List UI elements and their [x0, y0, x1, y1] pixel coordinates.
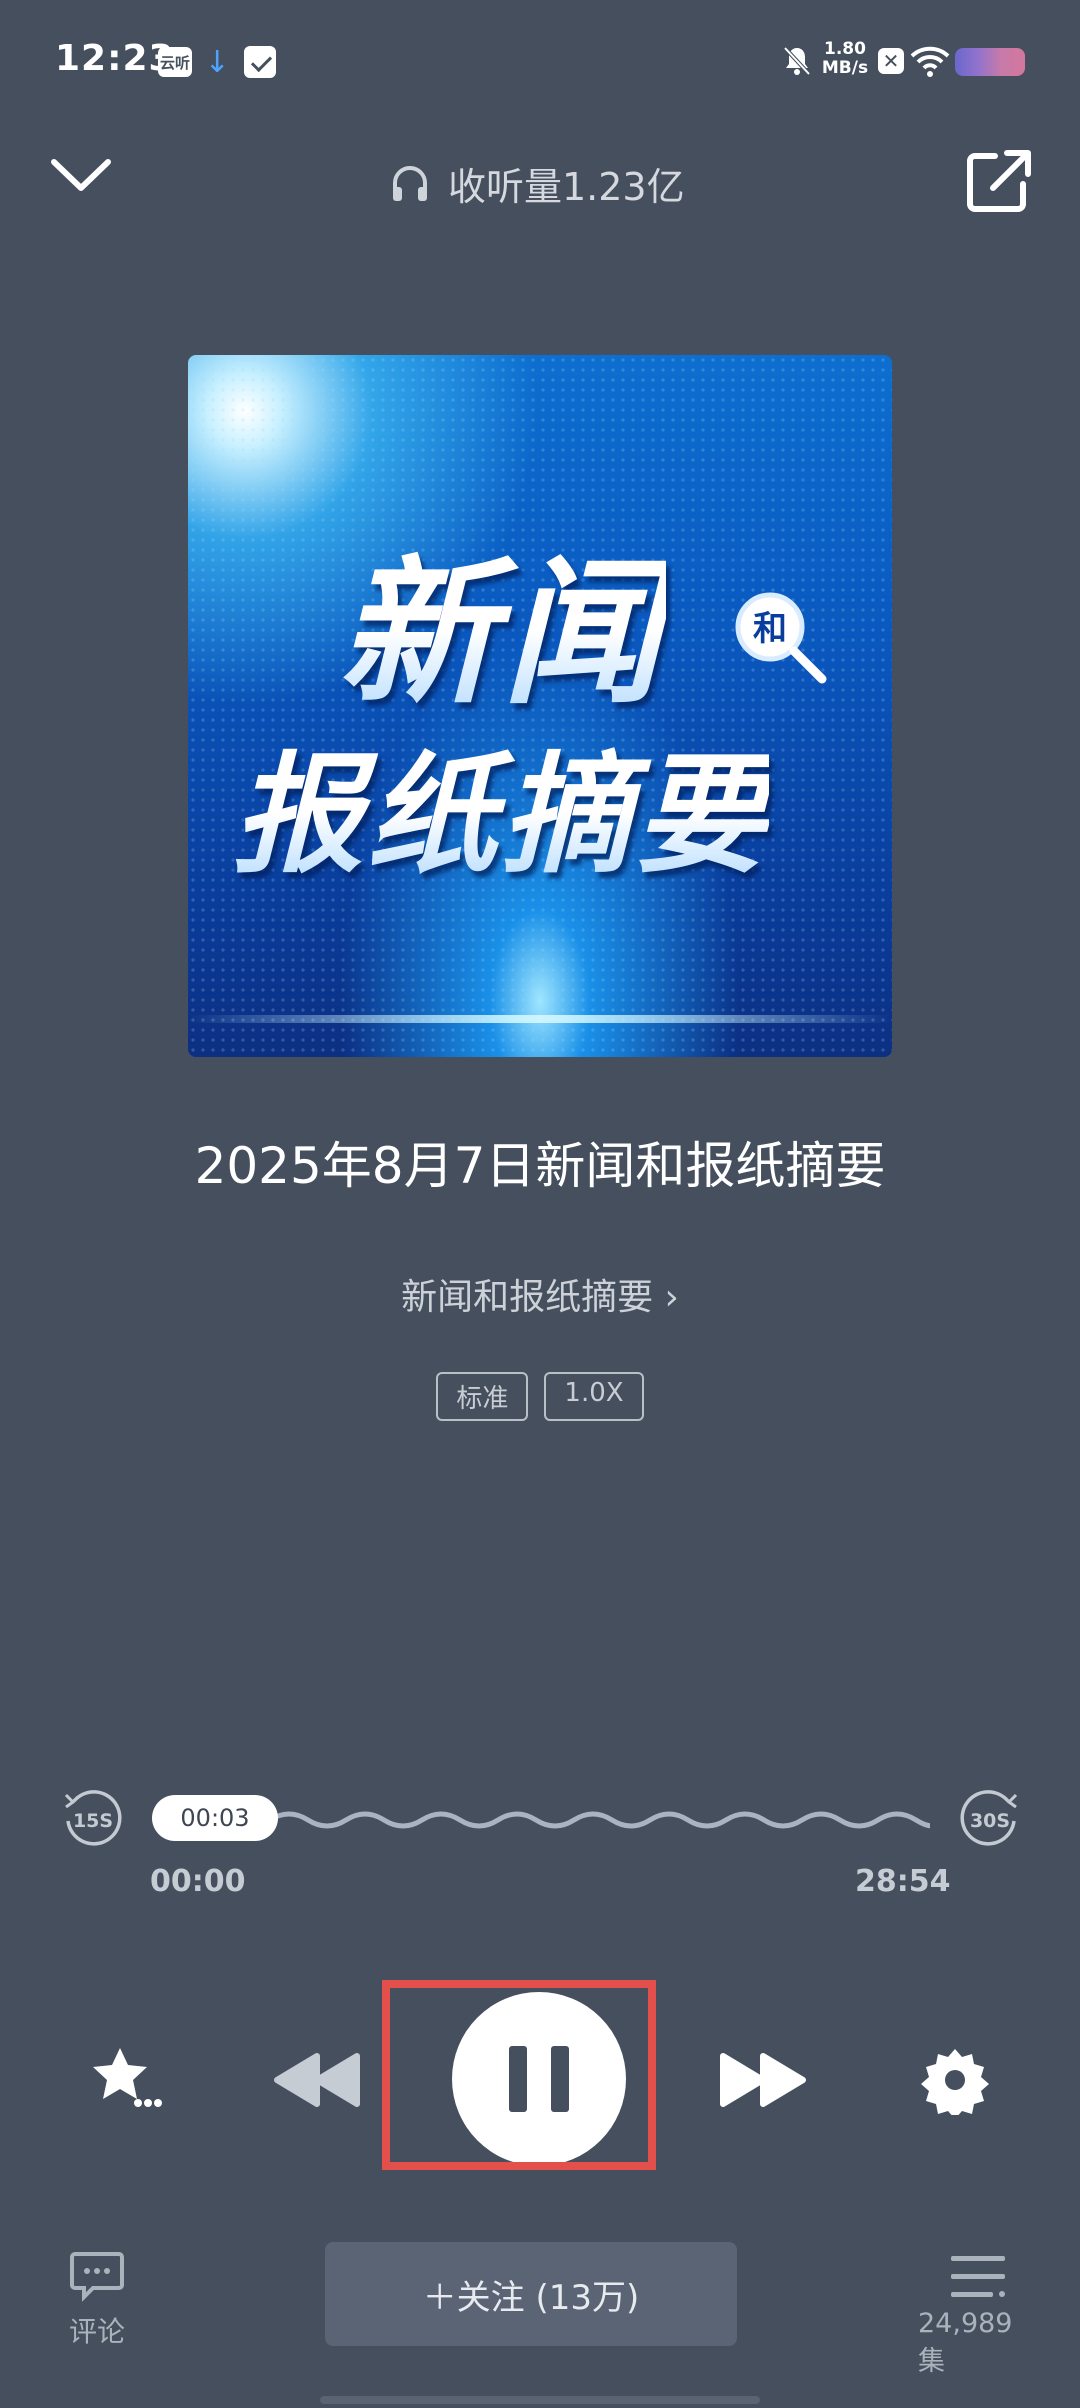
album-link[interactable]: 新闻和报纸摘要 ›: [0, 1268, 1080, 1320]
playlist-menu-icon: [951, 2256, 1005, 2297]
headphones-icon: [393, 166, 427, 201]
pause-button-highlight: [382, 1980, 656, 2170]
listen-count-text: 收听量1.23亿: [448, 164, 685, 209]
mute-bell-icon: [783, 46, 811, 76]
progress-thumb[interactable]: 00:03: [152, 1795, 278, 1841]
cover-glow-line: [188, 1015, 892, 1023]
album-cover[interactable]: 新闻 和 报纸摘要: [188, 355, 892, 1057]
listen-count: 收听量1.23亿: [390, 158, 685, 209]
wifi-icon: [910, 46, 950, 77]
elapsed-time: 00:00: [150, 1864, 246, 1899]
status-time: 12:23: [55, 38, 175, 79]
playback-tags: 标准 1.0X: [0, 1372, 1080, 1421]
network-speed-unit: MB/s: [821, 58, 869, 78]
app-notification-icon: 云听: [158, 47, 192, 77]
episode-title: 2025年8月7日新闻和报纸摘要: [194, 1137, 886, 1195]
battery-icon: [955, 48, 1025, 76]
comment-button[interactable]: 评论: [62, 2250, 132, 2350]
settings-gear-icon[interactable]: [920, 2045, 990, 2115]
skip-back-15s-icon[interactable]: 15S: [60, 1787, 122, 1849]
quality-tag[interactable]: 标准: [436, 1372, 529, 1421]
cover-title-line2: 报纸摘要: [233, 710, 769, 898]
collapse-chevron-down-icon[interactable]: [50, 150, 112, 200]
total-duration: 28:54: [855, 1864, 951, 1899]
home-indicator[interactable]: [320, 2396, 760, 2404]
network-speed: 1.80 MB/s: [820, 40, 870, 78]
comment-bubble-icon: [70, 2252, 124, 2302]
speed-tag[interactable]: 1.0X: [544, 1372, 644, 1421]
cover-badge: 和: [753, 609, 787, 649]
comment-label: 评论: [68, 2315, 125, 2348]
favorite-star-icon[interactable]: [90, 2045, 162, 2111]
episode-count: 24,989集: [918, 2308, 1013, 2377]
share-icon[interactable]: [965, 148, 1035, 214]
network-speed-value: 1.80: [824, 39, 866, 59]
magnifier-icon: 和: [735, 592, 827, 684]
mail-notification-icon: [244, 46, 276, 78]
previous-track-icon[interactable]: [272, 2050, 362, 2110]
skip-forward-label: 30S: [970, 1810, 1010, 1832]
x-sim-icon: ✕: [878, 48, 904, 74]
playlist-button[interactable]: 24,989集: [918, 2252, 1038, 2378]
next-track-icon[interactable]: [718, 2050, 808, 2110]
skip-back-label: 15S: [73, 1810, 113, 1832]
follow-button[interactable]: ＋关注 (13万): [325, 2242, 737, 2346]
skip-forward-30s-icon[interactable]: 30S: [960, 1787, 1022, 1849]
download-icon: ↓: [204, 44, 230, 80]
cover-title-line1: 新闻: [338, 505, 666, 734]
